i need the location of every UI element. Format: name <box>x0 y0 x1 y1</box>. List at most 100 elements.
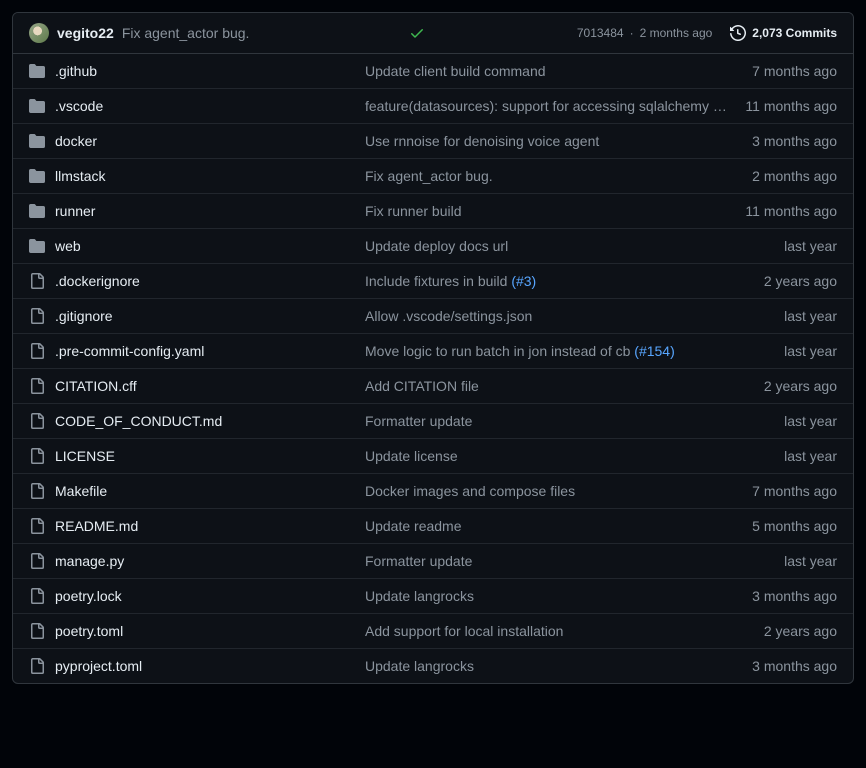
commit-message-cell[interactable]: Update readme <box>365 518 752 534</box>
file-name-cell: .gitignore <box>55 308 365 324</box>
commit-message-cell[interactable]: Fix agent_actor bug. <box>365 168 752 184</box>
commit-message-cell[interactable]: Fix runner build <box>365 203 745 219</box>
file-link[interactable]: README.md <box>55 518 138 534</box>
commit-message-text: Allow .vscode/settings.json <box>365 308 532 324</box>
file-link[interactable]: .gitignore <box>55 308 113 324</box>
pr-link[interactable]: (#154) <box>634 343 674 359</box>
file-link[interactable]: runner <box>55 203 95 219</box>
commit-message-cell[interactable]: Formatter update <box>365 413 784 429</box>
file-link[interactable]: Makefile <box>55 483 107 499</box>
file-name-cell: .pre-commit-config.yaml <box>55 343 365 359</box>
commit-message-cell[interactable]: Update license <box>365 448 784 464</box>
file-name-cell: web <box>55 238 365 254</box>
age-cell: 5 months ago <box>752 518 837 534</box>
age-cell: 2 years ago <box>764 273 837 289</box>
file-link[interactable]: llmstack <box>55 168 106 184</box>
commit-message-cell[interactable]: Allow .vscode/settings.json <box>365 308 784 324</box>
file-name-cell: LICENSE <box>55 448 365 464</box>
pr-link[interactable]: (#3) <box>511 273 536 289</box>
file-icon <box>29 658 55 674</box>
file-icon <box>29 378 55 394</box>
file-icon <box>29 343 55 359</box>
commit-message-cell[interactable]: Add support for local installation <box>365 623 764 639</box>
avatar[interactable] <box>29 23 49 43</box>
file-name-cell: Makefile <box>55 483 365 499</box>
folder-icon <box>29 203 55 219</box>
file-name-cell: llmstack <box>55 168 365 184</box>
file-link[interactable]: docker <box>55 133 97 149</box>
commit-message-cell[interactable]: Update deploy docs url <box>365 238 784 254</box>
file-link[interactable]: CITATION.cff <box>55 378 137 394</box>
file-link[interactable]: pyproject.toml <box>55 658 142 674</box>
file-icon <box>29 273 55 289</box>
file-link[interactable]: poetry.lock <box>55 588 122 604</box>
file-icon <box>29 483 55 499</box>
age-cell: 3 months ago <box>752 658 837 674</box>
commit-message-text: Update client build command <box>365 63 546 79</box>
file-name-cell: manage.py <box>55 553 365 569</box>
age-cell: last year <box>784 343 837 359</box>
file-link[interactable]: .vscode <box>55 98 103 114</box>
commit-message-cell[interactable]: Update langrocks <box>365 658 752 674</box>
commit-message-text: Fix agent_actor bug. <box>365 168 493 184</box>
age-cell: 7 months ago <box>752 63 837 79</box>
table-row: pyproject.toml Update langrocks3 months a… <box>13 649 853 683</box>
commit-age: 2 months ago <box>640 26 713 40</box>
author-link[interactable]: vegito22 <box>57 25 114 41</box>
history-icon <box>730 25 746 41</box>
file-name-cell: poetry.lock <box>55 588 365 604</box>
table-row: .github Update client build command 7 mont… <box>13 54 853 89</box>
table-row: manage.pyFormatter updatelast year <box>13 544 853 579</box>
commit-message-cell[interactable]: Formatter update <box>365 553 784 569</box>
age-cell: last year <box>784 308 837 324</box>
age-cell: 11 months ago <box>745 98 837 114</box>
age-cell: 11 months ago <box>745 203 837 219</box>
age-cell: last year <box>784 238 837 254</box>
file-name-cell: .dockerignore <box>55 273 365 289</box>
table-row: MakefileDocker images and compose files7… <box>13 474 853 509</box>
commit-message-cell[interactable]: Use rnnoise for denoising voice agent <box>365 133 752 149</box>
commit-message-cell[interactable]: feature(datasources): support for access… <box>365 98 745 114</box>
commit-message-cell[interactable]: Move logic to run batch in jon instead o… <box>365 343 784 359</box>
commit-message-cell[interactable]: Include fixtures in build (#3) <box>365 273 764 289</box>
file-icon <box>29 553 55 569</box>
file-name-cell: .vscode <box>55 98 365 114</box>
latest-commit-bar: vegito22 Fix agent_actor bug. 7013484 · … <box>13 13 853 54</box>
age-cell: last year <box>784 448 837 464</box>
commit-message-text: Add support for local installation <box>365 623 563 639</box>
file-name-cell: README.md <box>55 518 365 534</box>
table-row: runner Fix runner build 11 months ago <box>13 194 853 229</box>
folder-icon <box>29 168 55 184</box>
file-link[interactable]: LICENSE <box>55 448 115 464</box>
commit-message-text: Update readme <box>365 518 462 534</box>
folder-icon <box>29 133 55 149</box>
commit-message-cell[interactable]: Add CITATION file <box>365 378 764 394</box>
commit-message-cell[interactable]: Docker images and compose files <box>365 483 752 499</box>
commit-message-text: Fix runner build <box>365 203 462 219</box>
file-link[interactable]: .dockerignore <box>55 273 140 289</box>
commit-message-cell[interactable]: Update langrocks <box>365 588 752 604</box>
file-browser: vegito22 Fix agent_actor bug. 7013484 · … <box>12 12 854 684</box>
file-link[interactable]: CODE_OF_CONDUCT.md <box>55 413 222 429</box>
file-name-cell: .github <box>55 63 365 79</box>
age-cell: 3 months ago <box>752 133 837 149</box>
file-link[interactable]: manage.py <box>55 553 124 569</box>
table-row: .gitignore Allow .vscode/settings.json las… <box>13 299 853 334</box>
table-row: CODE_OF_CONDUCT.md Formatter updatelast y… <box>13 404 853 439</box>
file-list: .github Update client build command 7 mont… <box>13 54 853 683</box>
file-name-cell: docker <box>55 133 365 149</box>
table-row: web Update deploy docs urllast year <box>13 229 853 264</box>
commit-message[interactable]: Fix agent_actor bug. <box>122 25 401 41</box>
file-link[interactable]: poetry.toml <box>55 623 123 639</box>
commit-message-cell[interactable]: Update client build command <box>365 63 752 79</box>
ci-status-check-icon[interactable] <box>409 25 425 41</box>
commit-hash-link[interactable]: 7013484 <box>577 26 624 40</box>
file-link[interactable]: .pre-commit-config.yaml <box>55 343 204 359</box>
age-cell: last year <box>784 413 837 429</box>
file-icon <box>29 588 55 604</box>
file-link[interactable]: .github <box>55 63 97 79</box>
commits-history-link[interactable]: 2,073 Commits <box>730 25 837 41</box>
table-row: llmstackFix agent_actor bug.2 months ago <box>13 159 853 194</box>
file-link[interactable]: web <box>55 238 81 254</box>
table-row: CITATION.cffAdd CITATION file2 years ago <box>13 369 853 404</box>
